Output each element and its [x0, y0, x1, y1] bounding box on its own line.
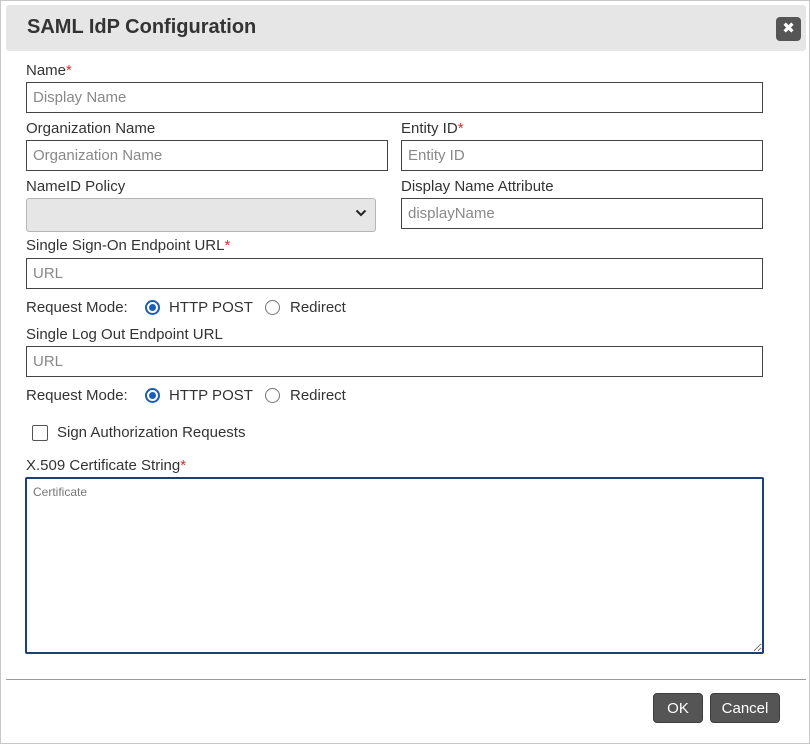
slo-request-mode-group: Request Mode: HTTP POST Redirect — [26, 385, 426, 407]
chevron-down-icon — [355, 209, 367, 217]
nameid-policy-label: NameID Policy — [26, 178, 126, 195]
slo-redirect-label[interactable]: Redirect — [290, 387, 346, 404]
certificate-label-text: X.509 Certificate String — [26, 457, 181, 474]
close-button[interactable]: ✖ — [776, 17, 801, 41]
name-label: Name* — [26, 62, 72, 79]
sso-url-label-text: Single Sign-On Endpoint URL — [26, 237, 225, 254]
sign-authorization-requests-label[interactable]: Sign Authorization Requests — [57, 424, 245, 441]
sso-request-mode-label: Request Mode: — [26, 299, 128, 316]
required-marker: * — [180, 457, 187, 474]
sso-redirect-label[interactable]: Redirect — [290, 299, 346, 316]
ok-button[interactable]: OK — [653, 693, 703, 723]
slo-request-mode-label: Request Mode: — [26, 387, 128, 404]
required-marker: * — [66, 62, 72, 79]
organization-name-input[interactable] — [26, 140, 388, 171]
saml-idp-dialog: SAML IdP Configuration ✖ Name* Organizat… — [0, 0, 810, 744]
display-name-attribute-label: Display Name Attribute — [401, 178, 554, 195]
dialog-title: SAML IdP Configuration — [27, 16, 257, 38]
name-label-text: Name — [26, 62, 67, 79]
name-input[interactable] — [26, 82, 763, 113]
sign-authorization-requests-checkbox[interactable] — [32, 425, 48, 441]
sso-http-post-radio[interactable] — [145, 300, 160, 315]
sso-url-input[interactable] — [26, 258, 763, 289]
slo-http-post-label[interactable]: HTTP POST — [169, 387, 253, 404]
required-marker: * — [457, 120, 464, 137]
sso-url-label: Single Sign-On Endpoint URL* — [26, 237, 230, 254]
slo-url-input[interactable] — [26, 346, 763, 377]
slo-url-label: Single Log Out Endpoint URL — [26, 326, 223, 343]
nameid-policy-select[interactable] — [26, 198, 376, 232]
slo-http-post-radio[interactable] — [145, 388, 160, 403]
cancel-button[interactable]: Cancel — [710, 693, 780, 723]
entity-id-label: Entity ID* — [401, 120, 464, 137]
sso-http-post-label[interactable]: HTTP POST — [169, 299, 253, 316]
organization-name-label: Organization Name — [26, 120, 156, 137]
entity-id-label-text: Entity ID — [401, 120, 458, 137]
slo-redirect-radio[interactable] — [265, 388, 280, 403]
certificate-label: X.509 Certificate String* — [26, 457, 186, 474]
required-marker: * — [224, 237, 231, 254]
display-name-attribute-input[interactable] — [401, 198, 763, 229]
entity-id-input[interactable] — [401, 140, 763, 171]
close-icon: ✖ — [782, 20, 795, 37]
certificate-textarea[interactable] — [25, 477, 764, 654]
dialog-titlebar: SAML IdP Configuration — [6, 5, 806, 51]
sso-redirect-radio[interactable] — [265, 300, 280, 315]
sso-request-mode-group: Request Mode: HTTP POST Redirect — [26, 297, 426, 319]
footer-divider — [6, 679, 806, 680]
